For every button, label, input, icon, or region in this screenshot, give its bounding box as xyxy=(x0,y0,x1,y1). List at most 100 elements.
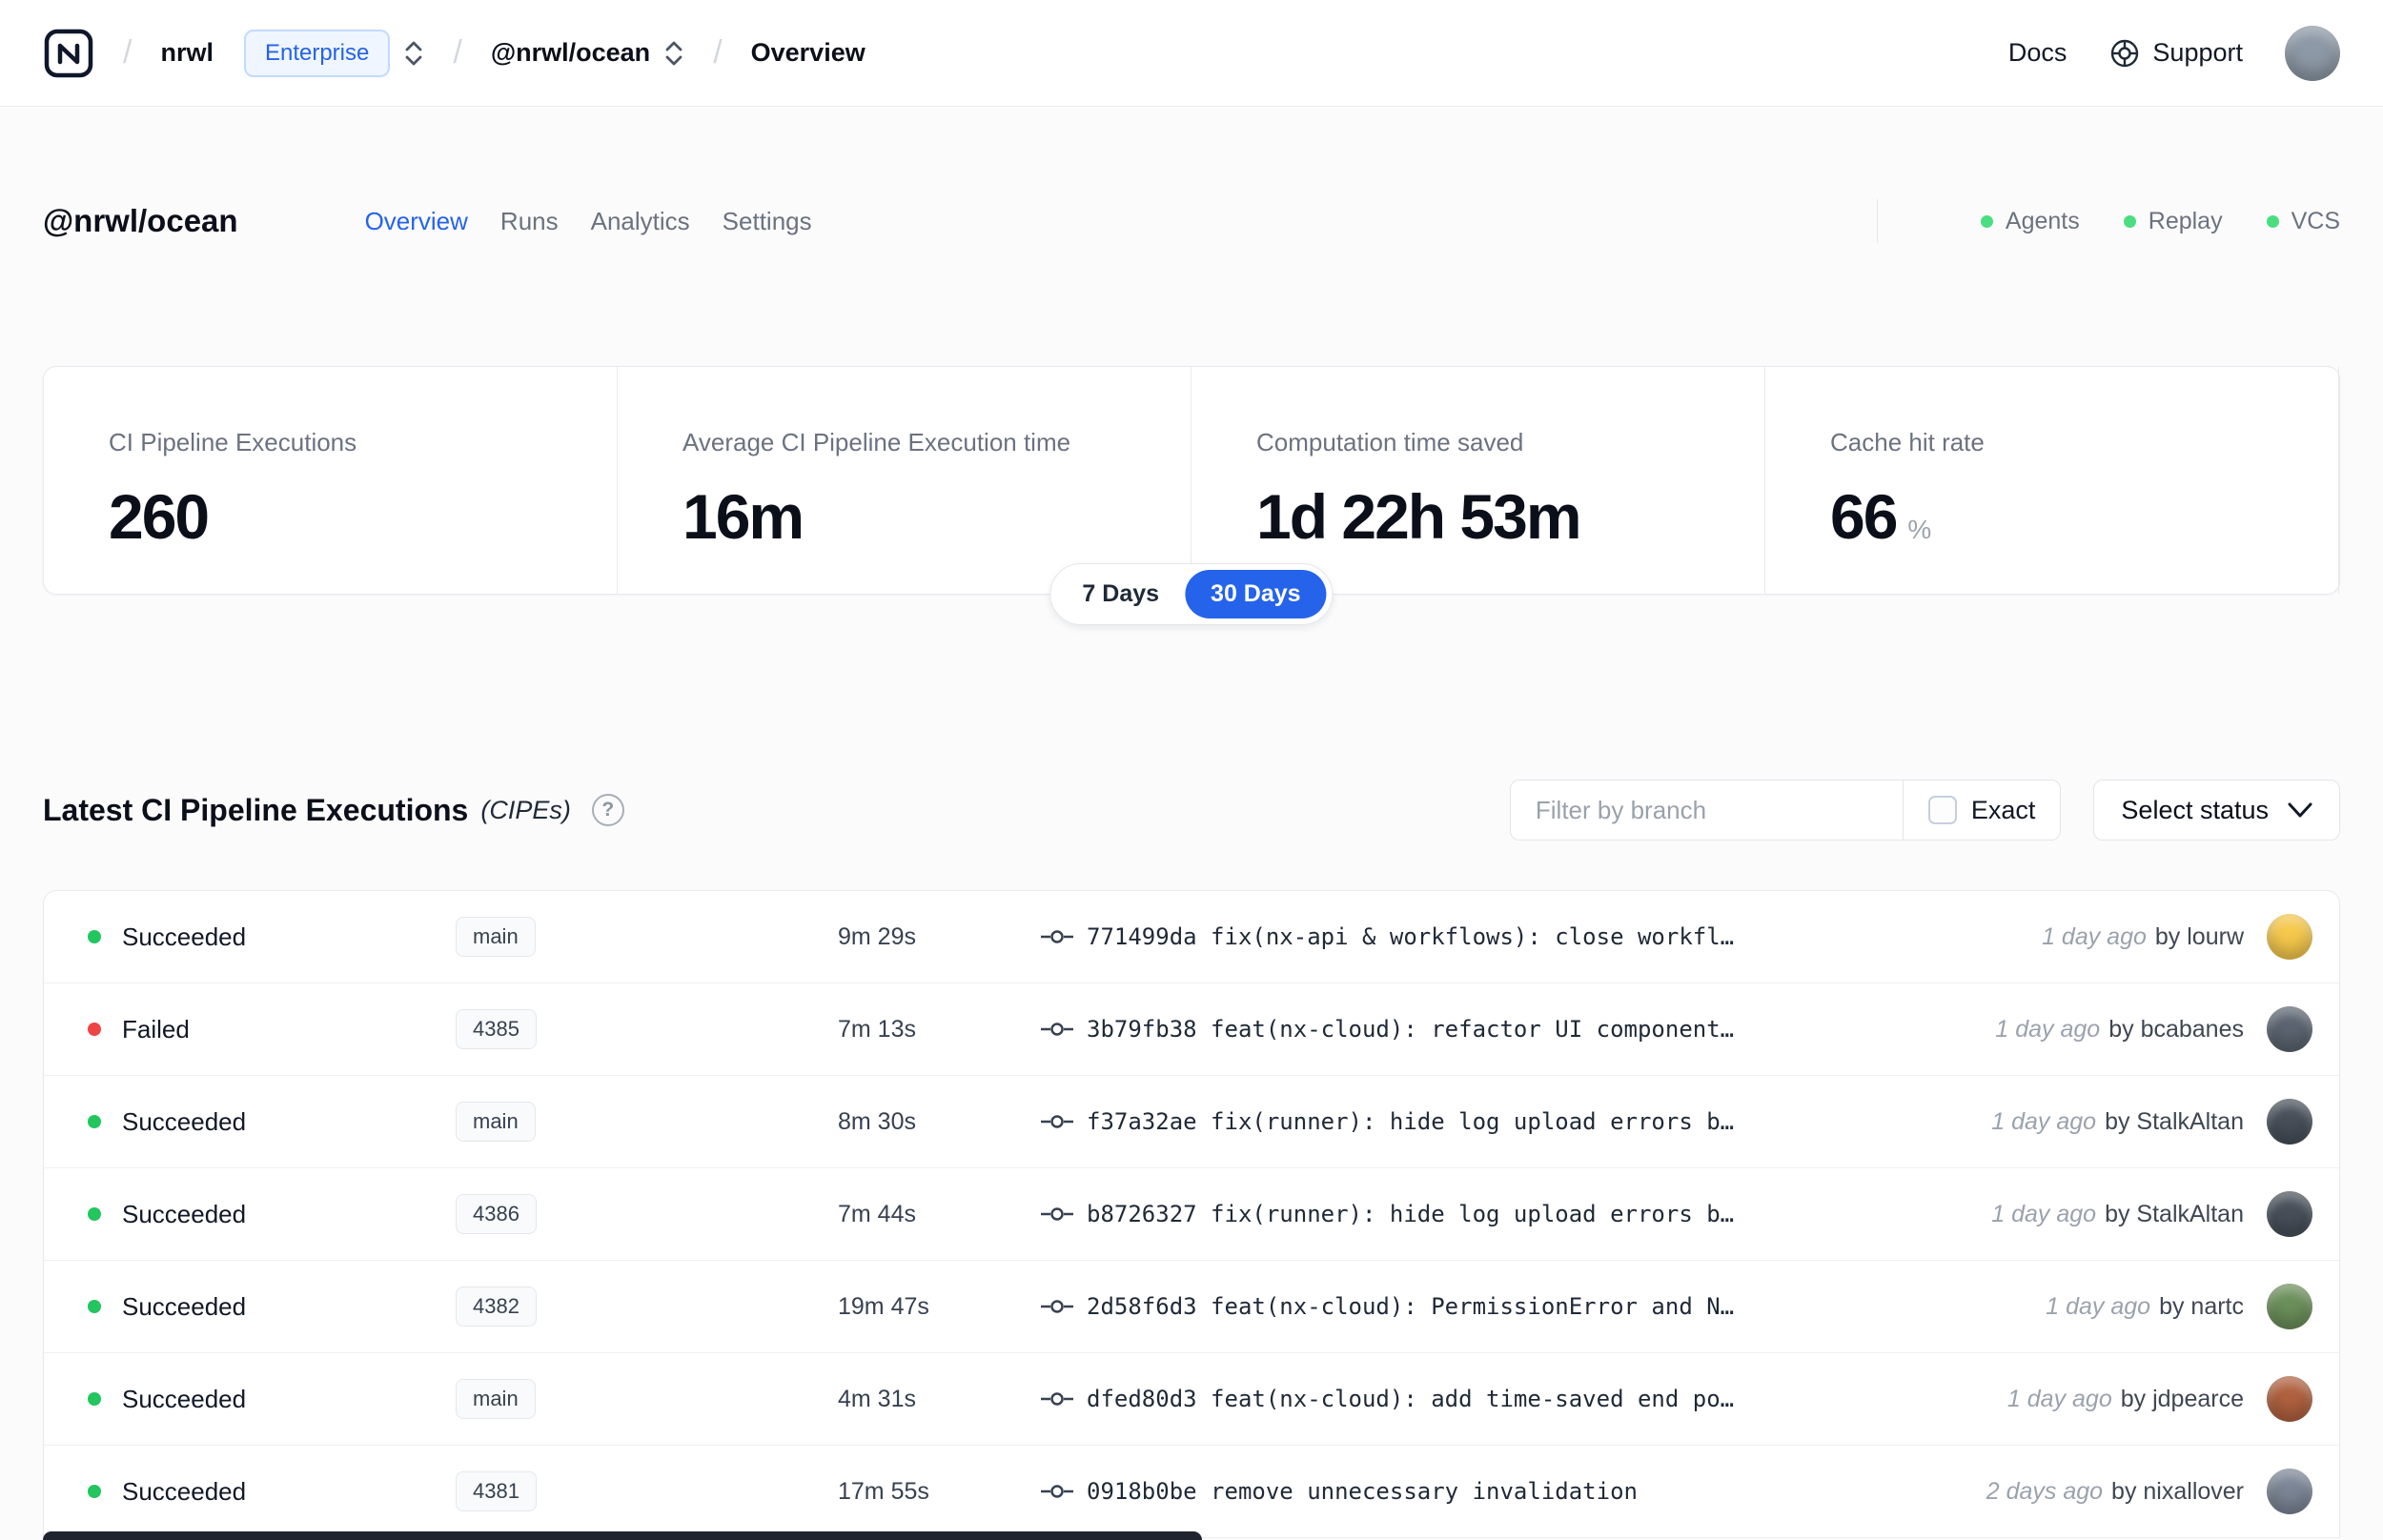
range-30-days[interactable]: 30 Days xyxy=(1185,570,1327,618)
status-dot-icon xyxy=(88,930,101,943)
branch-badge[interactable]: 4381 xyxy=(456,1471,537,1511)
row-time: 1 day ago xyxy=(2006,1385,2112,1412)
docs-link[interactable]: Docs xyxy=(2008,38,2067,68)
tab-runs[interactable]: Runs xyxy=(500,207,559,236)
commit-message[interactable]: 0918b0be remove unnecessary invalidation xyxy=(1087,1478,1638,1505)
org-selector-chevron-icon[interactable] xyxy=(403,38,424,69)
branch-badge[interactable]: main xyxy=(456,1102,536,1142)
table-row[interactable]: Succeeded 4381 17m 55s 0918b0be remove u… xyxy=(44,1446,2339,1538)
date-range-toggle: 7 Days 30 Days xyxy=(1049,563,1334,625)
table-row[interactable]: Succeeded 4382 19m 47s 2d58f6d3 feat(nx-… xyxy=(44,1261,2339,1353)
row-meta: 1 day ago by lourw xyxy=(2042,923,2244,951)
support-link[interactable]: Support xyxy=(2108,37,2243,70)
row-status: Succeeded xyxy=(122,1384,247,1413)
tab-settings[interactable]: Settings xyxy=(723,207,812,236)
row-meta: 1 day ago by nartc xyxy=(2046,1293,2244,1321)
branch-badge[interactable]: main xyxy=(456,917,536,957)
row-time: 1 day ago xyxy=(1995,1015,2101,1043)
branch-column: 4385 xyxy=(456,1009,838,1049)
commit-message[interactable]: 771499da fix(nx-api & workflows): close … xyxy=(1087,923,1734,950)
git-commit-icon xyxy=(1041,1483,1073,1500)
green-dot-icon xyxy=(1980,214,1993,228)
status-vcs[interactable]: VCS xyxy=(2266,208,2340,235)
range-7-days[interactable]: 7 Days xyxy=(1056,570,1185,618)
table-row[interactable]: Succeeded main 8m 30s f37a32ae fix(runne… xyxy=(44,1076,2339,1168)
page-breadcrumb: Overview xyxy=(750,38,866,67)
table-row[interactable]: Succeeded 4386 7m 44s b8726327 fix(runne… xyxy=(44,1168,2339,1261)
commit-message[interactable]: 2d58f6d3 feat(nx-cloud): PermissionError… xyxy=(1087,1293,1734,1320)
table-row[interactable]: Succeeded main 4m 31s dfed80d3 feat(nx-c… xyxy=(44,1353,2339,1446)
cipes-section-header: Latest CI Pipeline Executions (CIPEs) ? … xyxy=(0,780,2383,841)
row-time: 2 days ago xyxy=(1986,1477,2104,1505)
git-commit-icon xyxy=(1041,1113,1073,1130)
status-replay[interactable]: Replay xyxy=(2123,207,2223,235)
green-dot-icon xyxy=(2266,214,2279,228)
chevron-down-icon xyxy=(2288,802,2312,819)
org-breadcrumb[interactable]: nrwl xyxy=(160,38,214,68)
tab-analytics[interactable]: Analytics xyxy=(591,207,690,236)
help-icon[interactable]: ? xyxy=(591,794,624,826)
row-author: by StalkAltan xyxy=(2105,1200,2244,1227)
branch-column: 4381 xyxy=(456,1471,838,1511)
exact-checkbox[interactable] xyxy=(1927,796,1957,824)
status-label: Agents xyxy=(2005,207,2080,234)
metric-cards: CI Pipeline Executions 260 Average CI Pi… xyxy=(43,366,2340,625)
row-meta: 1 day ago by jdpearce xyxy=(2007,1386,2244,1413)
row-time: 1 day ago xyxy=(2042,922,2147,950)
vertical-divider xyxy=(1876,199,1878,243)
commit-message[interactable]: f37a32ae fix(runner): hide log upload er… xyxy=(1087,1108,1734,1135)
commit-message[interactable]: dfed80d3 feat(nx-cloud): add time-saved … xyxy=(1087,1386,1734,1412)
row-duration: 4m 31s xyxy=(838,1385,916,1412)
support-label: Support xyxy=(2152,38,2243,67)
row-status: Succeeded xyxy=(122,1476,247,1506)
workspace-header: @nrwl/ocean Overview Runs Analytics Sett… xyxy=(0,198,2383,244)
section-title: Latest CI Pipeline Executions xyxy=(43,792,469,827)
row-meta: 1 day ago by bcabanes xyxy=(1995,1016,2244,1044)
status-label: Replay xyxy=(2148,207,2223,234)
branch-badge[interactable]: 4385 xyxy=(456,1009,537,1049)
status-dot-icon xyxy=(88,1023,101,1036)
metric-value: 66% xyxy=(1830,480,2300,553)
row-duration: 8m 30s xyxy=(838,1107,916,1135)
row-meta: 1 day ago by StalkAltan xyxy=(1991,1108,2244,1136)
metric-value: 16m xyxy=(682,481,805,552)
page-title: @nrwl/ocean xyxy=(43,203,238,238)
branch-badge[interactable]: 4386 xyxy=(456,1194,537,1234)
row-meta: 2 days ago by nixallover xyxy=(1986,1478,2244,1506)
workspace-breadcrumb[interactable]: @nrwl/ocean xyxy=(491,38,650,68)
workspace-selector-chevron-icon[interactable] xyxy=(663,38,684,69)
exact-toggle[interactable]: Exact xyxy=(1902,780,2062,841)
branch-filter-group: Exact xyxy=(1509,780,2062,841)
select-status-dropdown[interactable]: Select status xyxy=(2093,780,2340,841)
row-time: 1 day ago xyxy=(1991,1107,2097,1135)
commit-message[interactable]: 3b79fb38 feat(nx-cloud): refactor UI com… xyxy=(1087,1016,1734,1043)
status-agents[interactable]: Agents xyxy=(1980,207,2080,235)
commit-message[interactable]: b8726327 fix(runner): hide log upload er… xyxy=(1087,1201,1734,1227)
section-subtitle: (CIPEs) xyxy=(480,795,571,824)
git-commit-icon xyxy=(1041,1390,1073,1408)
row-time: 1 day ago xyxy=(1991,1200,2097,1227)
table-row[interactable]: Succeeded main 9m 29s 771499da fix(nx-ap… xyxy=(44,891,2339,983)
cipes-controls: Exact Select status xyxy=(1509,780,2340,841)
row-duration: 19m 47s xyxy=(838,1292,929,1320)
table-row[interactable]: Failed 4385 7m 13s 3b79fb38 feat(nx-clou… xyxy=(44,983,2339,1076)
select-status-label: Select status xyxy=(2121,795,2269,824)
breadcrumb: / nrwl Enterprise / @nrwl/ocean / Overvi… xyxy=(43,28,866,79)
lifebuoy-icon xyxy=(2108,37,2141,70)
metric-value: 260 xyxy=(109,481,210,552)
branch-badge[interactable]: 4382 xyxy=(456,1287,537,1327)
user-avatar[interactable] xyxy=(2285,25,2340,81)
row-duration: 7m 13s xyxy=(838,1015,916,1043)
navbar-actions: Docs Support xyxy=(2008,25,2340,81)
status-dot-icon xyxy=(88,1392,101,1406)
nx-logo-icon[interactable] xyxy=(43,28,94,79)
metric-label: Cache hit rate xyxy=(1830,428,1985,456)
breadcrumb-separator: / xyxy=(123,34,132,71)
enterprise-badge[interactable]: Enterprise xyxy=(243,29,391,77)
green-dot-icon xyxy=(2123,214,2136,228)
tab-overview[interactable]: Overview xyxy=(365,207,468,236)
row-status: Succeeded xyxy=(122,1199,247,1228)
branch-badge[interactable]: main xyxy=(456,1379,536,1419)
branch-filter-input[interactable] xyxy=(1509,780,1903,841)
row-duration: 9m 29s xyxy=(838,922,916,950)
